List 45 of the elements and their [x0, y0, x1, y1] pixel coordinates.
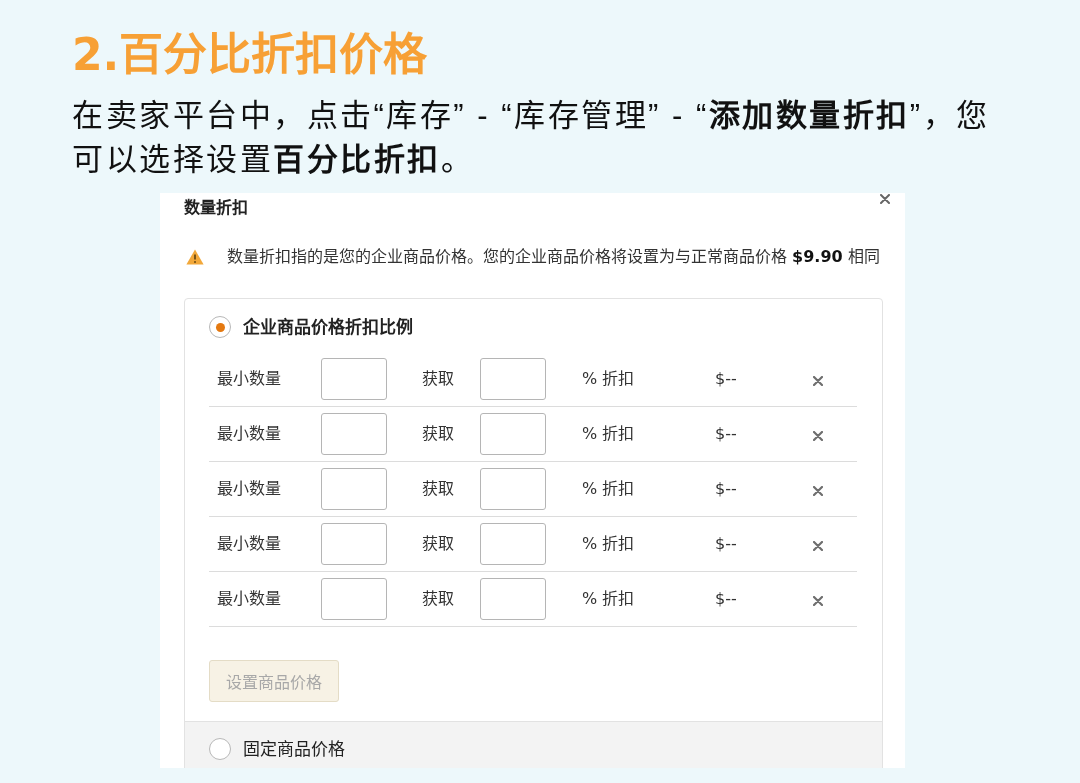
discount-input[interactable] [480, 468, 546, 510]
get-label: 获取 [422, 588, 455, 610]
remove-icon[interactable] [813, 541, 823, 551]
discount-unit-label: % 折扣 [582, 533, 636, 555]
option-label: 固定商品价格 [243, 738, 345, 761]
price-text: $-- [715, 478, 738, 500]
discount-input[interactable] [480, 358, 546, 400]
get-label: 获取 [422, 478, 455, 500]
min-quantity-label: 最小数量 [217, 368, 282, 390]
intro-paragraph: 在卖家平台中，点击“库存” - “库存管理” - “添加数量折扣”，您可以选择设置百分比折扣。 [72, 97, 991, 179]
get-label: 获取 [422, 423, 455, 445]
quantity-input[interactable] [321, 413, 387, 455]
min-quantity-label: 最小数量 [217, 588, 282, 610]
quantity-input[interactable] [321, 358, 387, 400]
warning-text: 数量折扣指的是您的企业商品价格。您的企业商品价格将设置为与正常商品价格 $9.90 相同 [227, 247, 880, 267]
radio-button[interactable] [209, 316, 231, 338]
close-icon[interactable] [880, 194, 890, 204]
dialog-title: 数量折扣 [184, 197, 248, 218]
min-quantity-label: 最小数量 [217, 423, 282, 445]
quantity-input[interactable] [321, 578, 387, 620]
price-text: $-- [715, 423, 738, 445]
radio-button[interactable] [209, 738, 231, 760]
option-label: 企业商品价格折扣比例 [243, 316, 413, 339]
discount-input[interactable] [480, 523, 546, 565]
remove-icon[interactable] [813, 376, 823, 386]
remove-icon[interactable] [813, 486, 823, 496]
price-text: $-- [715, 588, 738, 610]
warning-icon [186, 249, 204, 265]
price-text: $-- [715, 533, 738, 555]
min-quantity-label: 最小数量 [217, 478, 282, 500]
price-text: $-- [715, 368, 738, 390]
discount-input[interactable] [480, 578, 546, 620]
remove-icon[interactable] [813, 431, 823, 441]
remove-icon[interactable] [813, 596, 823, 606]
get-label: 获取 [422, 533, 455, 555]
discount-input[interactable] [480, 413, 546, 455]
discount-unit-label: % 折扣 [582, 423, 636, 445]
discount-unit-label: % 折扣 [582, 368, 636, 390]
get-label: 获取 [422, 368, 455, 390]
quantity-input[interactable] [321, 523, 387, 565]
quantity-input[interactable] [321, 468, 387, 510]
min-quantity-label: 最小数量 [217, 533, 282, 555]
discount-unit-label: % 折扣 [582, 588, 636, 610]
page-heading: 2.百分比折扣价格 [72, 28, 428, 82]
discount-unit-label: % 折扣 [582, 478, 636, 500]
